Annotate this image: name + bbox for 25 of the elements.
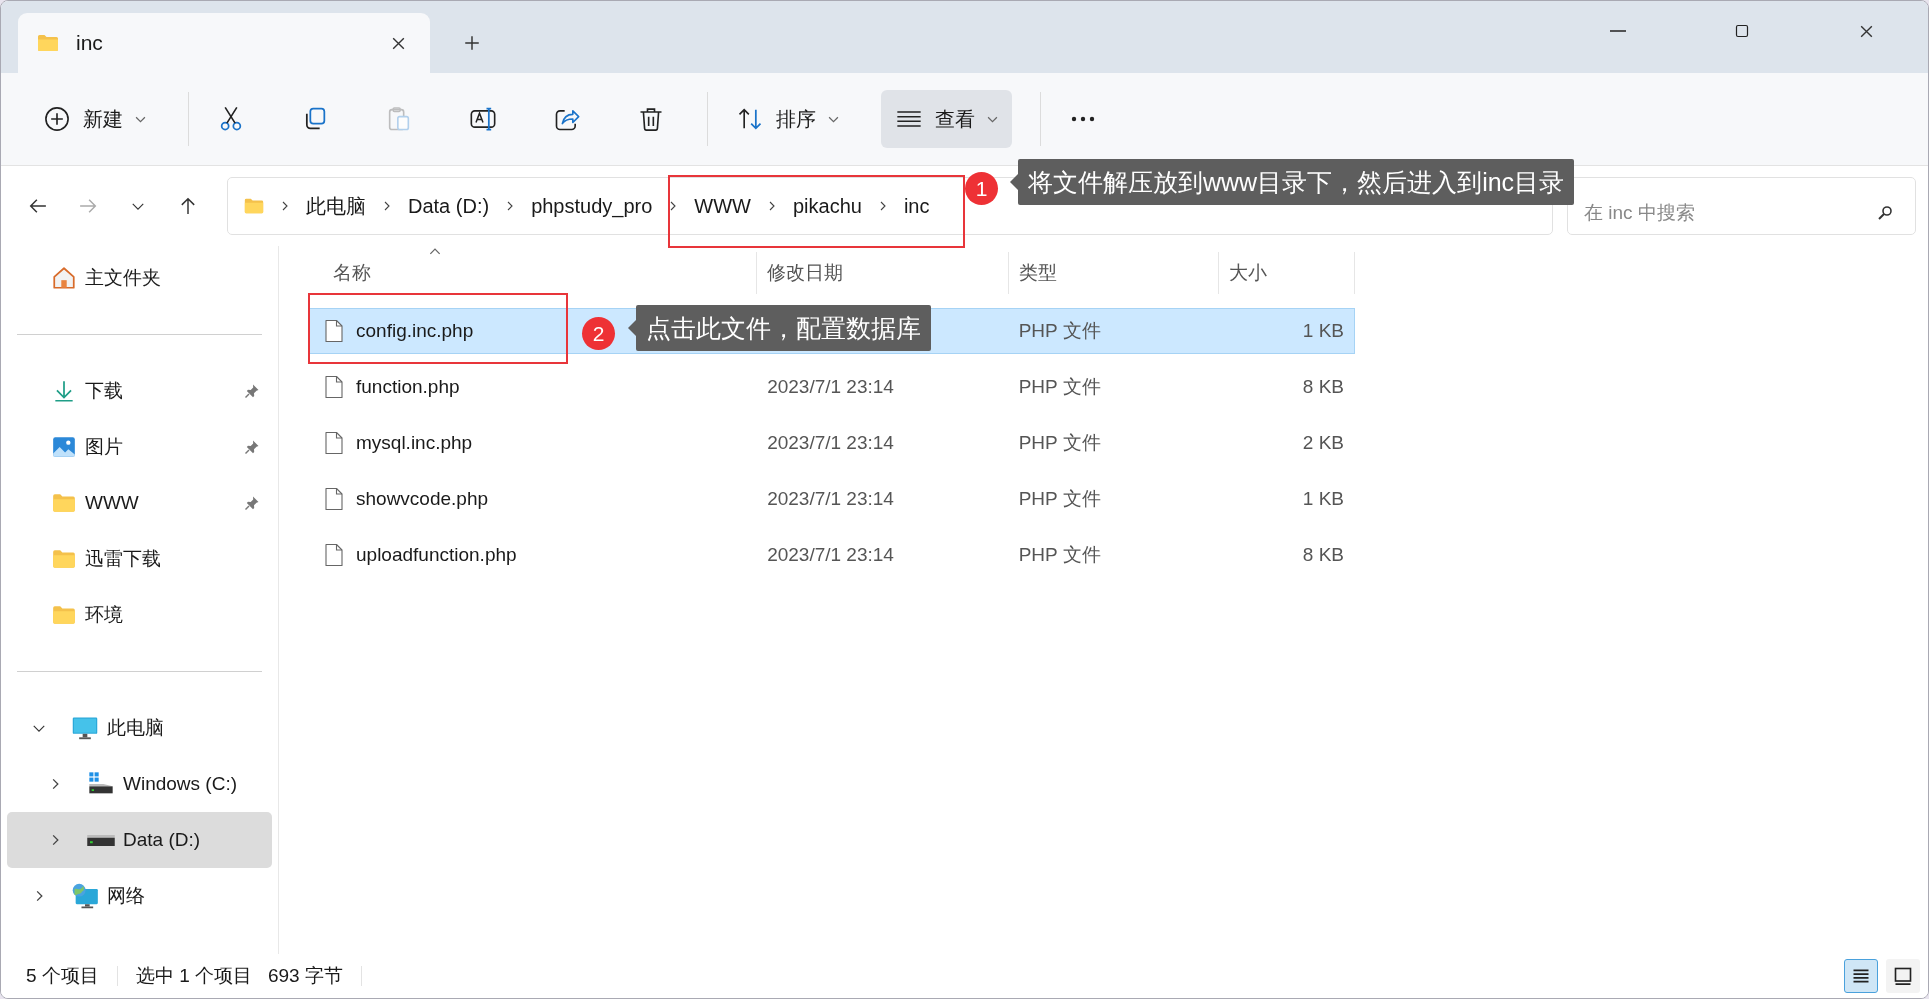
tab-title: inc <box>76 31 104 55</box>
file-name: function.php <box>356 376 460 398</box>
file-size: 2 KB <box>1302 432 1344 453</box>
modified-date: 2023/7/1 23:14 <box>767 432 894 453</box>
file-type: PHP 文件 <box>1018 320 1101 341</box>
annotation-tooltip: 点击此文件，配置数据库 <box>628 305 931 351</box>
selection-size: 693 字节 <box>268 964 343 988</box>
modified-date: 2023/7/1 23:14 <box>767 488 894 509</box>
file-name: showvcode.php <box>356 488 489 510</box>
file-size: 8 KB <box>1302 376 1344 397</box>
file-type: PHP 文件 <box>1018 432 1101 453</box>
modified-date: 2023/7/1 23:14 <box>767 544 894 565</box>
item-count: 5 个项目 <box>26 964 99 988</box>
file-name: mysql.inc.php <box>356 432 473 454</box>
file-size: 8 KB <box>1302 544 1344 565</box>
file-size: 1 KB <box>1302 488 1344 509</box>
file-name: config.inc.php <box>356 320 474 342</box>
annotation-tooltip: 将文件解压放到www目录下，然后进入到inc目录 <box>1010 159 1575 205</box>
modified-date: 2023/7/1 23:14 <box>767 376 894 397</box>
file-type: PHP 文件 <box>1018 488 1101 509</box>
file-size: 1 KB <box>1302 320 1344 341</box>
file-name: uploadfunction.php <box>356 544 517 566</box>
file-type: PHP 文件 <box>1018 376 1101 397</box>
selection-count: 选中 1 个项目 <box>135 964 252 988</box>
file-type: PHP 文件 <box>1018 544 1101 565</box>
